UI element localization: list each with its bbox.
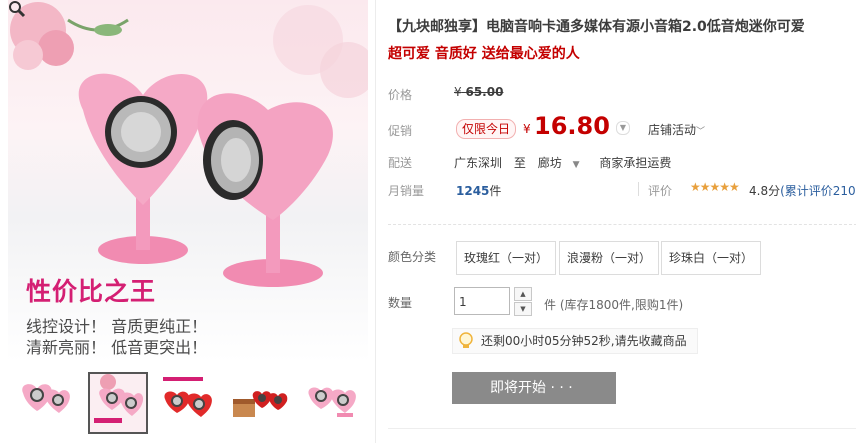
product-main-image[interactable]: 性价比之王 线控设计！ 音质更纯正！ 清新亮丽！ 低音更突出！ <box>8 0 368 362</box>
product-gallery: 性价比之王 线控设计！ 音质更纯正！ 清新亮丽！ 低音更突出！ <box>0 0 375 443</box>
coming-soon-button[interactable]: 即将开始 · · · <box>452 372 616 404</box>
thumbnail-3[interactable] <box>158 372 218 434</box>
rating-summary: 4.8分(累计评价2104 <box>749 182 856 199</box>
rating-score: 4.8分 <box>749 184 781 198</box>
store-activity-label: 店铺活动 <box>648 123 697 137</box>
quantity-increase-button[interactable]: ▲ <box>514 287 532 301</box>
color-option-rose-red[interactable]: 玫瑰红（一对） <box>456 241 557 275</box>
price-dropdown-icon[interactable]: ▼ <box>616 121 630 135</box>
delivery-info: 广东深圳 至 廊坊 ▼ 商家承担运费 <box>454 154 679 171</box>
promo-label: 促销 <box>388 124 413 138</box>
color-label: 颜色分类 <box>388 250 437 264</box>
section-divider <box>388 224 856 226</box>
delivery-to-word: 至 <box>513 156 526 170</box>
product-info-panel: 【九块邮独享】电脑音响卡通多媒体有源小音箱2.0低音炮迷你可爱 超可爱 音质好 … <box>375 0 856 443</box>
countdown-notice: 还剩00小时05分钟52秒,请先收藏商品 <box>452 328 698 354</box>
color-option-romantic-pink[interactable]: 浪漫粉（一对） <box>559 241 660 275</box>
delivery-label: 配送 <box>388 156 413 170</box>
promo-price-currency: ¥ <box>523 122 531 136</box>
stock-info: 件 (库存1800件,限购1件) <box>544 298 684 312</box>
rating-stars: ★★★★★ <box>690 180 740 194</box>
price-meta-block: 价格 ¥ 65.00 促销 仅限今日 ¥ 16.80 ▼ 店铺活动﹀ 配送 广东… <box>376 72 856 212</box>
caret-down-icon: ▼ <box>569 160 580 170</box>
countdown-text: 还剩00小时05分钟52秒,请先收藏商品 <box>481 334 687 348</box>
original-price-currency: ¥ <box>454 85 462 99</box>
thumbnail-strip <box>8 372 368 438</box>
lightbulb-icon <box>459 332 473 348</box>
divider <box>638 182 639 196</box>
store-activity-dropdown[interactable]: 店铺活动﹀ <box>648 121 705 138</box>
original-price: ¥ 65.00 <box>454 85 503 99</box>
quantity-decrease-button[interactable]: ▼ <box>514 302 532 316</box>
thumbnail-5[interactable] <box>302 372 362 434</box>
quantity-input[interactable]: 1 <box>454 287 510 315</box>
promo-tag-badge: 仅限今日 <box>456 119 517 139</box>
bottom-divider <box>388 428 856 429</box>
delivery-fee: 商家承担运费 <box>599 156 672 170</box>
rating-label: 评价 <box>648 184 673 198</box>
promo-price: 16.80 <box>534 112 610 140</box>
monthly-sales: 1245件 <box>456 182 501 199</box>
zoom-icon[interactable] <box>8 0 26 18</box>
monthly-sales-count: 1245 <box>456 184 490 198</box>
quantity-label: 数量 <box>388 296 413 310</box>
delivery-from: 广东深圳 <box>454 156 503 170</box>
delivery-destination: 廊坊 <box>537 156 562 170</box>
delivery-destination-select[interactable]: 廊坊 ▼ <box>538 156 588 170</box>
monthly-sales-label: 月销量 <box>388 184 425 198</box>
chevron-down-icon: ﹀ <box>696 127 706 137</box>
product-title[interactable]: 【九块邮独享】电脑音响卡通多媒体有源小音箱2.0低音炮迷你可爱 <box>388 16 805 36</box>
thumbnail-2[interactable] <box>88 372 148 434</box>
image-headline: 性价比之王 <box>26 277 157 306</box>
image-feature-line-2: 清新亮丽！ 低音更突出！ <box>26 338 208 357</box>
original-price-value: 65.00 <box>465 85 504 99</box>
monthly-sales-unit: 件 <box>489 184 502 198</box>
thumbnail-1[interactable] <box>14 372 74 434</box>
color-option-pearl-white[interactable]: 珍珠白（一对） <box>661 241 762 275</box>
thumbnail-4[interactable] <box>230 372 290 434</box>
total-reviews-link[interactable]: (累计评价2104 <box>780 184 856 198</box>
product-subtitle: 超可爱 音质好 送给最心爱的人 <box>388 46 580 62</box>
price-label: 价格 <box>388 88 413 102</box>
